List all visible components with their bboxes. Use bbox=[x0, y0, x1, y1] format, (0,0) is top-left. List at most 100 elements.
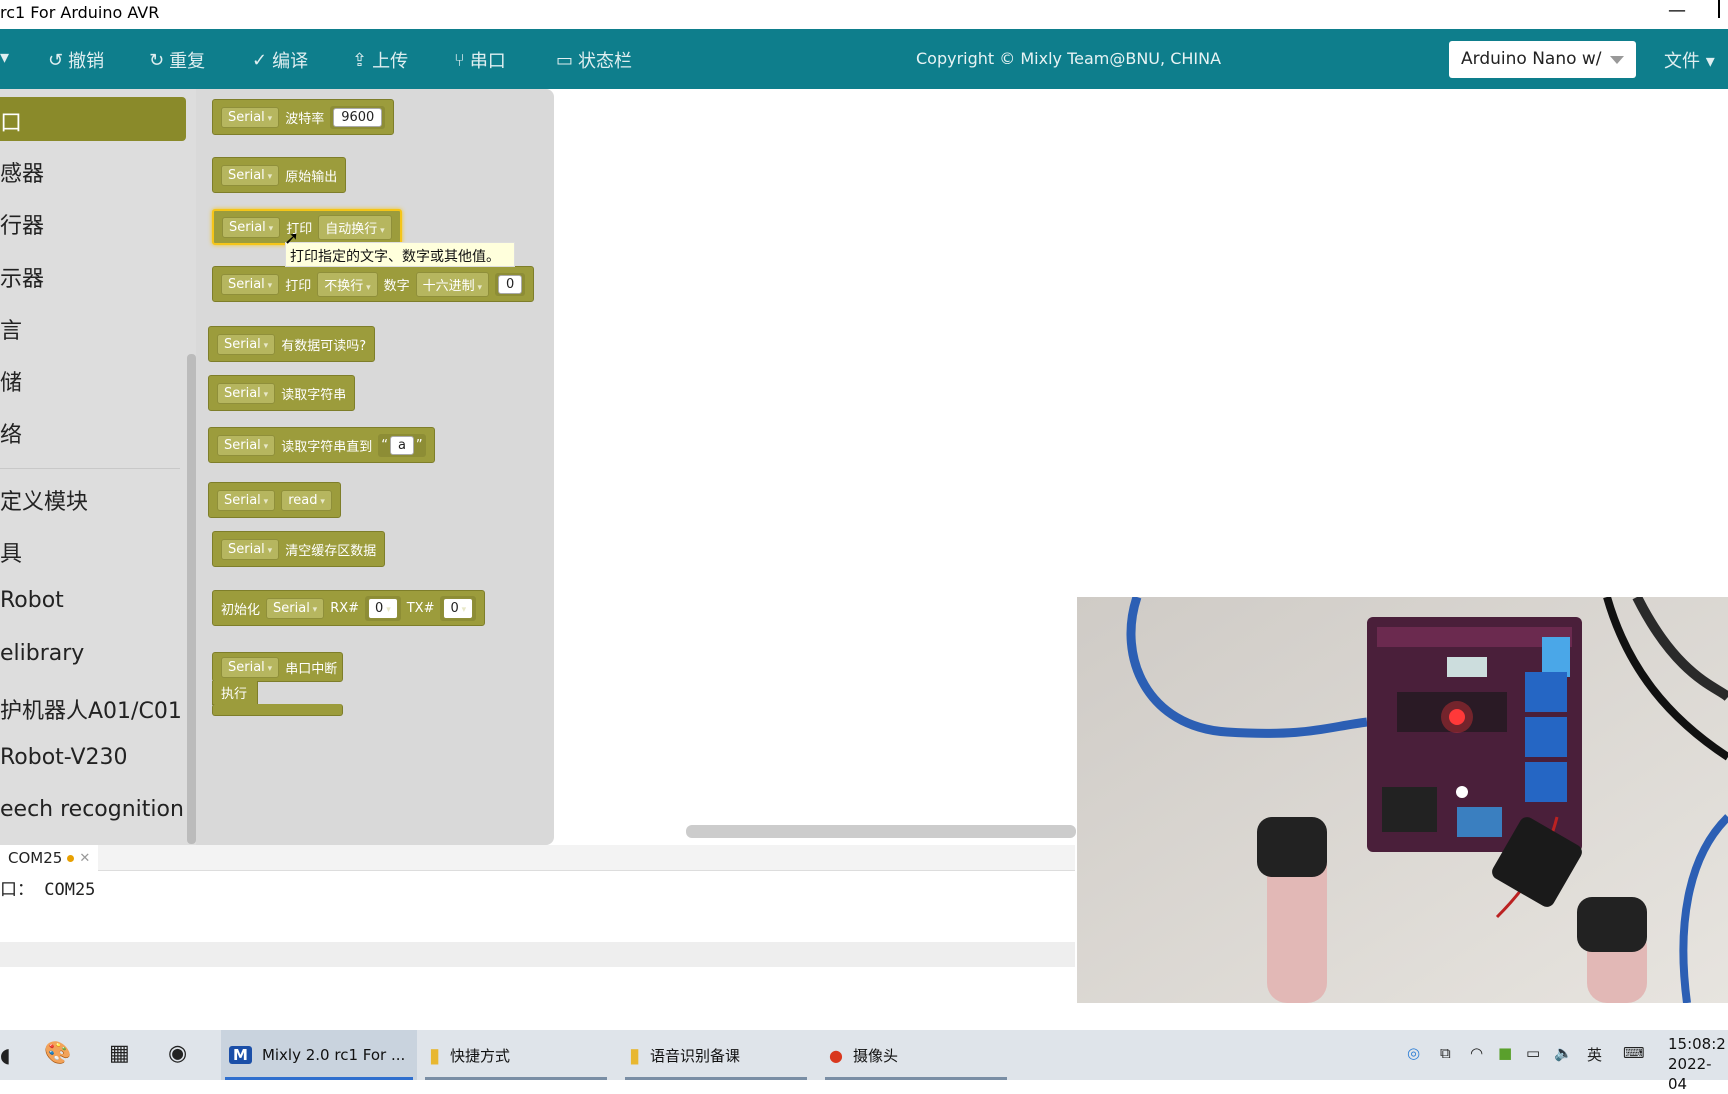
block-label: 初始化 bbox=[221, 602, 261, 618]
camera-icon: ● bbox=[829, 1045, 843, 1065]
serial-dropdown[interactable]: Serial bbox=[217, 434, 276, 456]
ime-indicator[interactable]: 英 bbox=[1587, 1044, 1602, 1065]
taskbar-app-shortcuts[interactable]: ▮ 快捷方式 bbox=[421, 1030, 611, 1080]
upload-button[interactable]: ⇪ 上传 bbox=[352, 47, 408, 73]
serial-dropdown[interactable]: Serial bbox=[217, 333, 276, 355]
maximize-button[interactable] bbox=[1718, 0, 1728, 18]
category-item[interactable]: 行器 bbox=[0, 208, 44, 240]
text-literal[interactable]: “ a ” bbox=[378, 433, 426, 457]
workspace-scrollbar[interactable] bbox=[686, 825, 1076, 838]
serial-dropdown[interactable]: Serial bbox=[217, 489, 276, 511]
category-item[interactable]: 示器 bbox=[0, 261, 44, 293]
category-item[interactable]: eech recognition bbox=[0, 797, 184, 822]
minimize-button[interactable]: — bbox=[1668, 0, 1686, 21]
serial-dropdown[interactable]: Serial bbox=[222, 216, 281, 238]
status-dot-icon bbox=[67, 854, 75, 862]
keyboard-icon[interactable]: ⌨ bbox=[1623, 1044, 1645, 1062]
redo-button[interactable]: ↻ 重复 bbox=[149, 47, 205, 73]
close-icon[interactable]: ✕ bbox=[79, 851, 90, 866]
block-label: 清空缓存区数据 bbox=[285, 543, 377, 559]
window-title: rc1 For Arduino AVR bbox=[0, 3, 160, 22]
category-item[interactable]: 护机器人A01/C01 bbox=[0, 693, 182, 725]
serial-read-until-block[interactable]: Serial 读取字符串直到 “ a ” bbox=[208, 427, 435, 463]
board-select[interactable]: Arduino Nano w/ ATmega328P bbox=[1449, 41, 1636, 78]
compile-button[interactable]: ✓ 编译 bbox=[252, 47, 308, 73]
block-label: 打印 bbox=[285, 278, 312, 294]
rx-dropdown[interactable]: 0 bbox=[368, 597, 398, 619]
upload-icon: ⇪ bbox=[352, 49, 368, 71]
taskbar-app-label: 摄像头 bbox=[852, 1046, 898, 1065]
serial-dropdown[interactable]: Serial bbox=[221, 656, 280, 678]
taskbar-app-speech-lesson[interactable]: ▮ 语音识别备课 bbox=[621, 1030, 811, 1080]
nvidia-icon[interactable]: ■ bbox=[1498, 1044, 1512, 1062]
battery-icon[interactable]: ▭ bbox=[1526, 1044, 1540, 1062]
text-field[interactable]: a bbox=[389, 435, 414, 455]
block-label: 波特率 bbox=[285, 111, 325, 127]
category-item[interactable]: elibrary bbox=[0, 641, 84, 666]
volume-icon[interactable]: 🔈 bbox=[1554, 1044, 1573, 1062]
serial-interrupt-header: Serial 串口中断 bbox=[212, 652, 343, 682]
serial-dropdown[interactable]: Serial bbox=[217, 382, 276, 404]
task-view-icon[interactable]: ⧉ bbox=[1440, 1044, 1451, 1062]
usb-icon: ⑂ bbox=[454, 49, 465, 71]
app-icon[interactable]: ◖ bbox=[0, 1043, 11, 1067]
newline-mode-dropdown[interactable]: 自动换行 bbox=[318, 214, 392, 240]
category-item[interactable]: 储 bbox=[0, 365, 22, 397]
category-sidebar: 口 感器 行器 示器 言 储 络 定义模块 具 Robot elibrary 护… bbox=[0, 89, 196, 845]
category-item[interactable]: 络 bbox=[0, 417, 22, 449]
paint-icon[interactable]: 🎨 bbox=[44, 1041, 71, 1066]
serial-print-number-block[interactable]: Serial 打印 不换行 数字 十六进制 0 bbox=[212, 266, 535, 302]
serial-available-block[interactable]: Serial 有数据可读吗? bbox=[208, 326, 376, 362]
category-item[interactable]: 口 bbox=[0, 97, 186, 141]
serial-interrupt-block[interactable]: Serial 串口中断 执行 bbox=[212, 652, 343, 716]
number-base-dropdown[interactable]: 十六进制 bbox=[415, 271, 490, 297]
cortana-icon[interactable]: ◎ bbox=[1407, 1044, 1420, 1062]
serial-read-string-block[interactable]: Serial 读取字符串 bbox=[208, 375, 356, 411]
clock[interactable]: 15:08:2 2022-04 bbox=[1668, 1034, 1728, 1094]
calculator-icon[interactable]: ▦ bbox=[109, 1041, 130, 1066]
menu-caret-icon[interactable]: ▾ bbox=[0, 47, 9, 68]
serial-read-block[interactable]: Serial read bbox=[208, 482, 341, 518]
undo-button[interactable]: ↺ 撤销 bbox=[48, 47, 104, 73]
category-item[interactable]: Robot-V230 bbox=[0, 745, 128, 770]
window-icon: ▭ bbox=[556, 49, 574, 71]
category-item[interactable]: 定义模块 bbox=[0, 484, 88, 516]
read-mode-dropdown[interactable]: read bbox=[281, 489, 332, 511]
serial-flush-block[interactable]: Serial 清空缓存区数据 bbox=[212, 531, 386, 567]
browser-icon[interactable]: ◉ bbox=[168, 1041, 187, 1066]
serial-dropdown[interactable]: Serial bbox=[266, 597, 325, 619]
taskbar-app-mixly[interactable]: M Mixly 2.0 rc1 For ... bbox=[221, 1030, 417, 1080]
redo-label: 重复 bbox=[169, 51, 206, 72]
category-item[interactable]: 具 bbox=[0, 536, 22, 568]
wifi-icon[interactable]: ◠ bbox=[1470, 1044, 1483, 1062]
chevron-down-icon bbox=[1610, 56, 1624, 64]
tx-dropdown[interactable]: 0 bbox=[443, 597, 474, 619]
block-label: 读取字符串直到 bbox=[281, 439, 373, 455]
console-tab[interactable]: COM25 ✕ bbox=[0, 845, 99, 871]
category-item[interactable]: 感器 bbox=[0, 156, 44, 188]
block-label: 原始输出 bbox=[285, 169, 338, 185]
camera-image bbox=[1077, 597, 1728, 1003]
category-item[interactable]: 言 bbox=[0, 313, 22, 345]
serial-baud-block[interactable]: Serial 波特率 9600 bbox=[212, 99, 395, 135]
newline-mode-dropdown[interactable]: 不换行 bbox=[317, 271, 378, 297]
console-bottom-bar bbox=[0, 942, 1075, 967]
serial-button[interactable]: ⑂ 串口 bbox=[454, 47, 506, 73]
serial-dropdown[interactable]: Serial bbox=[221, 273, 280, 295]
block-label: 读取字符串 bbox=[281, 387, 347, 403]
sidebar-scrollbar[interactable] bbox=[187, 354, 196, 844]
serial-dropdown[interactable]: Serial bbox=[221, 106, 280, 128]
serial-init-block[interactable]: 初始化 Serial RX# 0 TX# 0 bbox=[212, 590, 486, 626]
statusbar-button[interactable]: ▭ 状态栏 bbox=[556, 47, 632, 73]
baud-field[interactable]: 9600 bbox=[333, 107, 383, 127]
serial-raw-output-block[interactable]: Serial 原始输出 bbox=[212, 157, 347, 193]
file-menu[interactable]: 文件 ▾ bbox=[1664, 47, 1715, 73]
serial-println-block[interactable]: Serial 打印 自动换行 bbox=[212, 209, 402, 245]
taskbar-app-camera[interactable]: ● 摄像头 bbox=[821, 1030, 1011, 1080]
serial-dropdown[interactable]: Serial bbox=[221, 164, 280, 186]
serial-dropdown[interactable]: Serial bbox=[221, 538, 280, 560]
do-label: 执行 bbox=[221, 687, 248, 702]
category-item[interactable]: Robot bbox=[0, 588, 64, 613]
number-field[interactable]: 0 bbox=[498, 274, 523, 294]
console-output: 口： COM25 bbox=[0, 880, 96, 900]
